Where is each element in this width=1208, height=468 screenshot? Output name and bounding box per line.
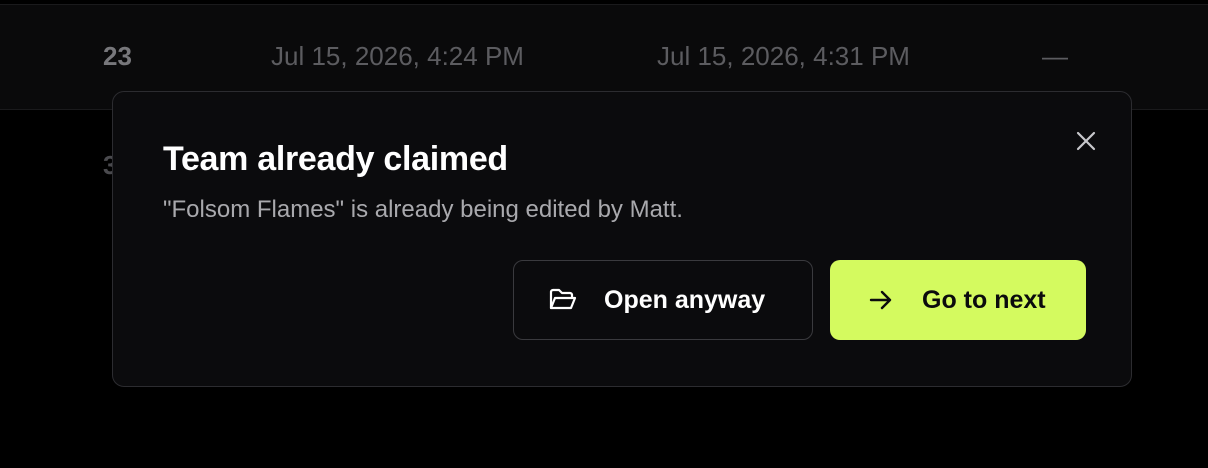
page: 23 Jul 15, 2026, 4:24 PM Jul 15, 2026, 4… (0, 0, 1208, 468)
row-created-date: Jul 15, 2026, 4:24 PM (271, 41, 524, 71)
row-id: 23 (103, 41, 132, 71)
dialog-message: "Folsom Flames" is already being edited … (163, 196, 683, 223)
arrow-right-icon (866, 285, 896, 315)
close-button[interactable] (1071, 126, 1101, 156)
go-to-next-label: Go to next (922, 285, 1046, 314)
claim-conflict-dialog: Team already claimed "Folsom Flames" is … (112, 91, 1132, 387)
close-icon (1076, 131, 1096, 151)
open-anyway-button[interactable]: Open anyway (513, 260, 813, 340)
folder-open-icon (548, 285, 578, 315)
row-updated-date: Jul 15, 2026, 4:31 PM (657, 41, 910, 71)
dialog-title: Team already claimed (163, 140, 508, 178)
row-status: — (1042, 41, 1068, 71)
open-anyway-label: Open anyway (604, 285, 766, 314)
go-to-next-button[interactable]: Go to next (830, 260, 1086, 340)
